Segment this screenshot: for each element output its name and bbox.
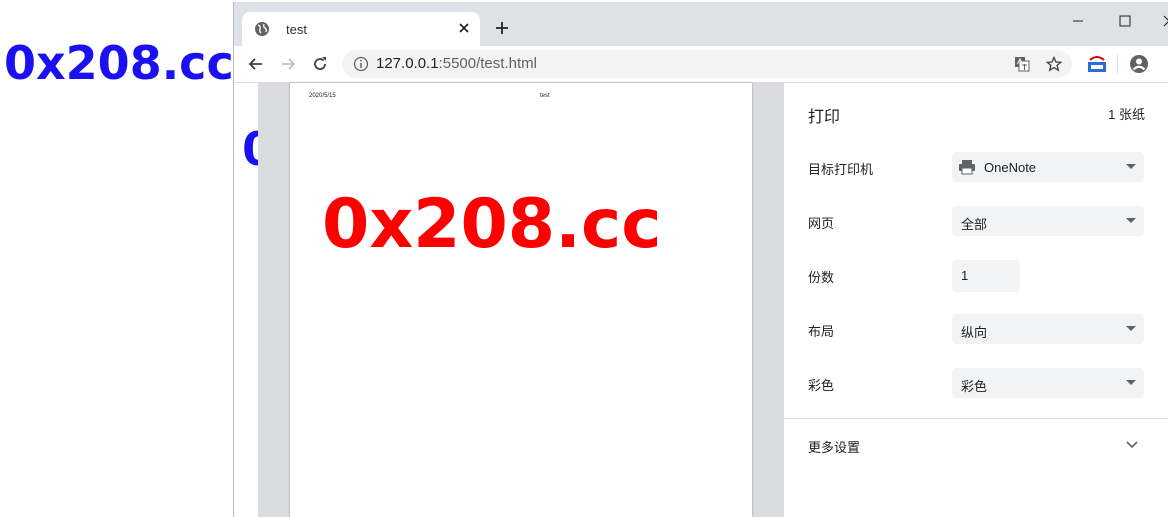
new-tab-icon[interactable] (493, 19, 511, 37)
info-icon[interactable] (353, 56, 369, 72)
tab-title: test (286, 22, 307, 37)
print-settings-panel: 打印 1 张纸 目标打印机 OneNote 网页 全部 份数 1 布局 纵向 彩… (784, 83, 1168, 517)
toolbar-separator (1117, 55, 1118, 73)
url-text[interactable]: 127.0.0.1:5500/test.html (376, 55, 537, 72)
toolbar: 127.0.0.1:5500/test.html (234, 46, 1168, 83)
color-value: 彩色 (961, 379, 988, 394)
close-tab-icon[interactable] (456, 20, 472, 36)
forward-arrow-icon[interactable] (279, 55, 297, 73)
chevron-down-icon (1126, 326, 1136, 331)
pages-value: 全部 (961, 217, 988, 232)
background-page-text: 0x208.cc (4, 36, 234, 90)
back-arrow-icon[interactable] (247, 55, 265, 73)
layout-value: 纵向 (961, 325, 988, 340)
close-window-icon[interactable] (1159, 11, 1168, 31)
destination-value: OneNote (984, 160, 1037, 175)
title-bar: test (234, 2, 1168, 46)
panel-divider (784, 418, 1168, 419)
expand-chevron-icon[interactable] (1124, 436, 1140, 452)
print-preview-area: 2020/5/15 test 0x208.cc (258, 83, 784, 517)
bookmark-star-icon[interactable] (1046, 56, 1062, 72)
sheet-count: 1 张纸 (1108, 107, 1145, 122)
preview-content-text: 0x208.cc (322, 185, 662, 264)
copies-value: 1 (961, 268, 969, 283)
address-bar[interactable]: 127.0.0.1:5500/test.html (342, 50, 1072, 78)
more-settings-toggle[interactable]: 更多设置 (808, 437, 860, 456)
minimize-icon[interactable] (1068, 11, 1088, 31)
color-label: 彩色 (808, 378, 835, 393)
baidu-extension-icon[interactable] (1084, 52, 1110, 78)
pages-select[interactable]: 全部 (952, 206, 1144, 236)
url-path: :5500/test.html (438, 55, 537, 72)
reload-icon[interactable] (311, 55, 329, 73)
page-header-date: 2020/5/15 (309, 93, 336, 99)
print-title: 打印 (808, 109, 841, 126)
profile-icon[interactable] (1129, 54, 1149, 74)
page-header-title: test (540, 93, 550, 99)
chevron-down-icon (1126, 380, 1136, 385)
color-select[interactable]: 彩色 (952, 368, 1144, 398)
chevron-down-icon (1126, 218, 1136, 223)
globe-icon (255, 22, 269, 36)
browser-window: test 127.0.0.1:5500/test.html 2020/5/15 … (233, 2, 1168, 517)
pages-label: 网页 (808, 216, 835, 231)
url-host: 127.0.0.1 (376, 55, 439, 72)
copies-input[interactable]: 1 (952, 260, 1020, 292)
destination-select[interactable]: OneNote (952, 152, 1144, 182)
chevron-down-icon (1126, 164, 1136, 169)
maximize-icon[interactable] (1115, 11, 1135, 31)
translate-icon[interactable] (1014, 56, 1030, 72)
tab-test[interactable]: test (242, 12, 480, 46)
copies-label: 份数 (808, 270, 835, 285)
layout-label: 布局 (808, 324, 835, 339)
layout-select[interactable]: 纵向 (952, 314, 1144, 344)
printer-icon (959, 160, 975, 175)
preview-page: 2020/5/15 test 0x208.cc (290, 83, 752, 517)
destination-label: 目标打印机 (808, 162, 874, 177)
